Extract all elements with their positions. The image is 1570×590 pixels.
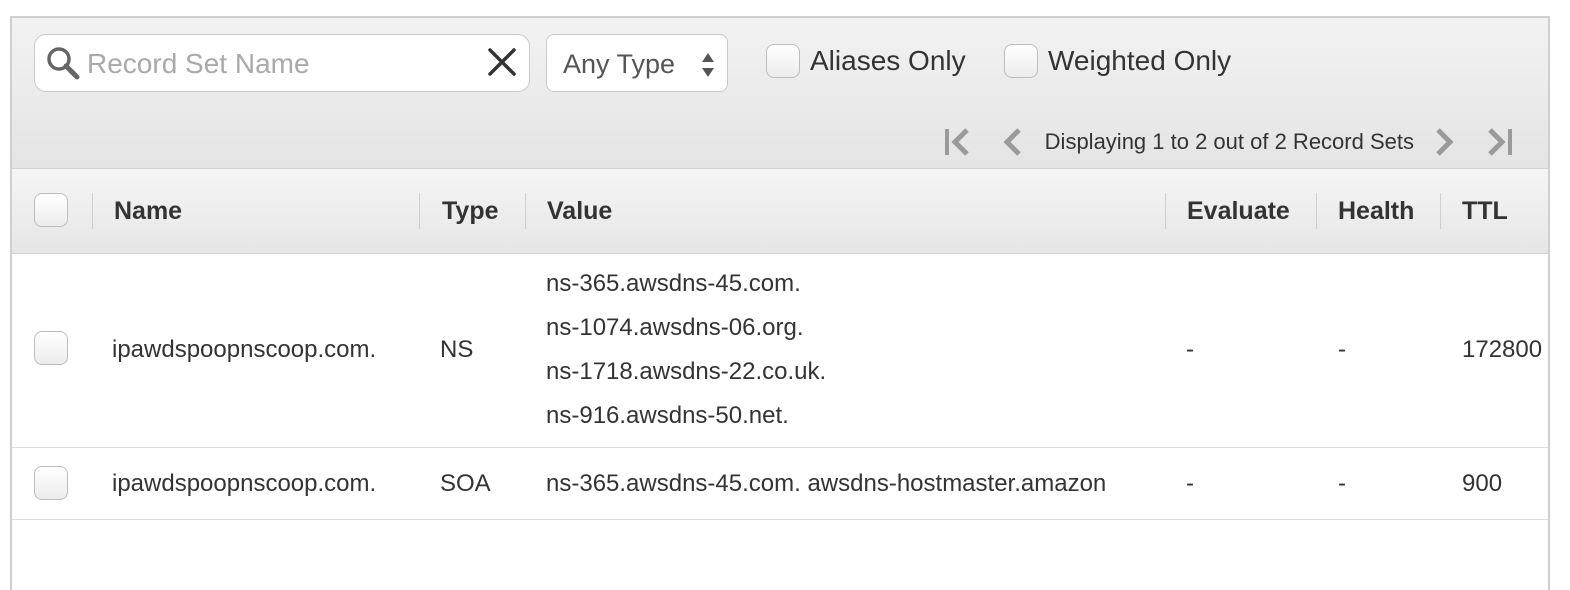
column-divider [1165, 193, 1166, 229]
row-checkbox[interactable] [34, 331, 68, 365]
search-placeholder: Record Set Name [87, 48, 310, 79]
column-header-evaluate[interactable]: Evaluate [1187, 169, 1290, 253]
aliases-only-label: Aliases Only [810, 45, 966, 76]
column-header-ttl[interactable]: TTL [1462, 169, 1508, 253]
record-values: ns-365.awsdns-45.com. ns-1074.awsdns-06.… [546, 262, 826, 438]
record-name: ipawdspoopnscoop.com. [112, 336, 377, 363]
record-value: ns-1718.awsdns-22.co.uk. [546, 358, 827, 385]
column-header-value[interactable]: Value [547, 169, 612, 253]
column-divider [419, 193, 420, 229]
record-health: - [1338, 336, 1346, 363]
aliases-only-checkbox[interactable] [766, 44, 800, 78]
next-page-icon[interactable] [1424, 126, 1464, 158]
weighted-only-label: Weighted Only [1048, 45, 1232, 76]
record-name: ipawdspoopnscoop.com. [112, 470, 377, 497]
record-sets-panel: Record Set Name Any Type Aliases Only We… [10, 16, 1550, 590]
search-icon [47, 47, 80, 80]
column-divider [1316, 193, 1317, 229]
record-evaluate: - [1186, 470, 1194, 497]
weighted-only-filter[interactable]: Weighted Only [1004, 44, 1231, 78]
column-divider [1440, 193, 1441, 229]
table-row[interactable]: ipawdspoopnscoop.com. SOA ns-365.awsdns-… [12, 448, 1548, 520]
select-all-checkbox[interactable] [34, 193, 68, 227]
type-filter-value: Any Type [563, 49, 676, 79]
first-page-icon[interactable] [941, 126, 981, 158]
table-row[interactable]: ipawdspoopnscoop.com. NS ns-365.awsdns-4… [12, 254, 1548, 448]
record-ttl: 900 [1462, 470, 1503, 497]
filter-toolbar: Record Set Name Any Type Aliases Only We… [12, 18, 1548, 169]
record-evaluate: - [1186, 336, 1194, 363]
record-value: ns-916.awsdns-50.net. [546, 402, 789, 429]
pagination-status: Displaying 1 to 2 out of 2 Record Sets [1044, 129, 1414, 154]
row-checkbox[interactable] [34, 466, 68, 500]
weighted-only-checkbox[interactable] [1004, 44, 1038, 78]
record-ttl: 172800 [1462, 336, 1543, 363]
previous-page-icon[interactable] [995, 126, 1035, 158]
record-value: ns-365.awsdns-45.com. [546, 270, 801, 297]
table-header: Name Type Value Evaluate Health TTL [12, 169, 1548, 254]
record-value: ns-365.awsdns-45.com. awsdns-hostmaster.… [546, 470, 1107, 497]
clear-search-icon[interactable] [485, 45, 519, 79]
column-header-name[interactable]: Name [114, 169, 182, 253]
search-input[interactable]: Record Set Name [34, 34, 530, 92]
record-type: SOA [440, 470, 491, 497]
select-arrows-icon [702, 53, 714, 77]
column-header-type[interactable]: Type [442, 169, 499, 253]
column-divider [92, 193, 93, 229]
column-header-health[interactable]: Health [1338, 169, 1414, 253]
aliases-only-filter[interactable]: Aliases Only [766, 44, 966, 78]
record-health: - [1338, 470, 1346, 497]
record-type: NS [440, 336, 474, 363]
record-value: ns-1074.awsdns-06.org. [546, 314, 804, 341]
type-filter-select[interactable]: Any Type [546, 34, 728, 92]
column-divider [525, 193, 526, 229]
last-page-icon[interactable] [1478, 126, 1518, 158]
pagination: Displaying 1 to 2 out of 2 Record Sets [941, 122, 1518, 162]
